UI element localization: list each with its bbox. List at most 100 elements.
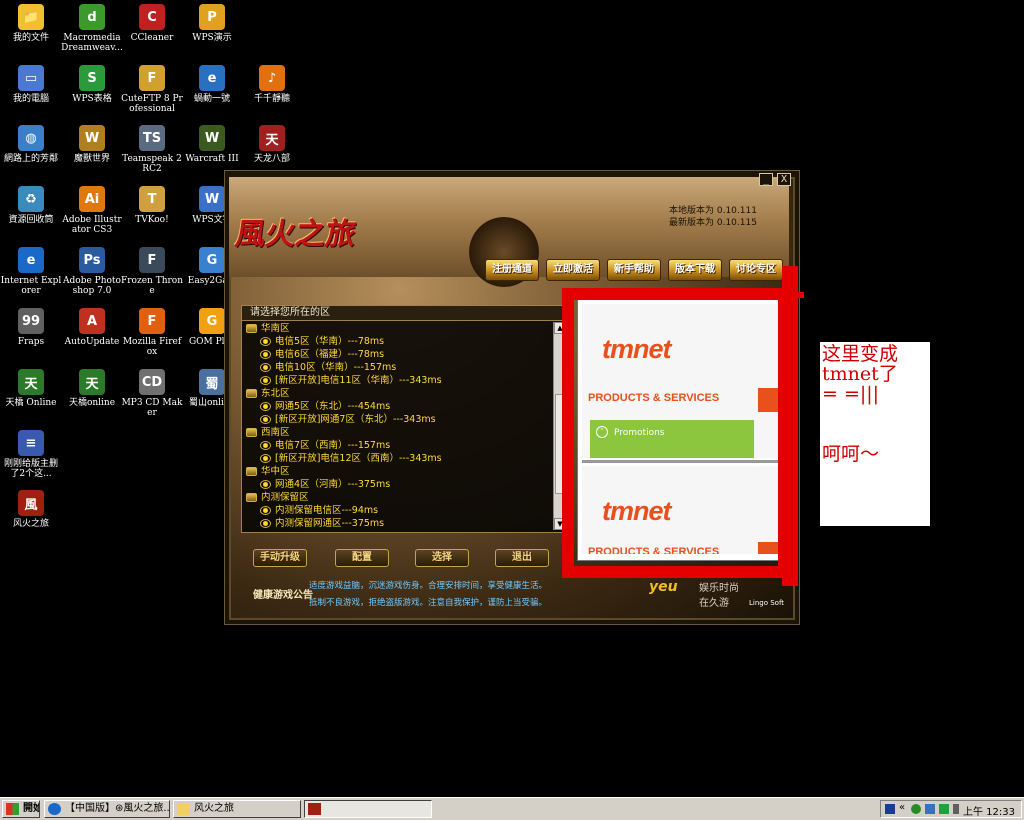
server-item[interactable]: 电信6区（福建）---78ms bbox=[244, 348, 552, 361]
server-eye-icon bbox=[260, 376, 271, 385]
desktop-icon[interactable]: F Frozen Throne bbox=[121, 247, 183, 296]
server-region[interactable]: 华中区 bbox=[244, 465, 552, 478]
minimize-button[interactable]: _ bbox=[759, 173, 773, 186]
desktop-icon[interactable]: 天天橋online bbox=[61, 369, 123, 408]
desktop-icon[interactable]: F CuteFTP 8 Professional bbox=[121, 65, 183, 114]
desktop-app-icon: W bbox=[199, 186, 225, 212]
server-list-scrollbar[interactable]: ▲ ▼ bbox=[553, 322, 566, 530]
desktop-icon[interactable]: C CCleaner bbox=[121, 4, 183, 43]
server-region[interactable]: 东北区 bbox=[244, 387, 552, 400]
desktop-icon[interactable]: T TVKoo! bbox=[121, 186, 183, 225]
desktop-icon[interactable]: 天天龙八部 bbox=[241, 125, 303, 164]
taskbar-item-browser-label: 【中国版】⊛風火之旅... bbox=[65, 803, 170, 814]
tray-volume-icon[interactable] bbox=[953, 804, 959, 814]
folder-icon bbox=[177, 803, 190, 815]
server-eye-icon bbox=[260, 363, 271, 372]
server-item[interactable]: 网通5区（东北）---454ms bbox=[244, 400, 552, 413]
ad-divider bbox=[582, 460, 782, 463]
desktop-icon[interactable]: TS Teamspeak 2 RC2 bbox=[121, 125, 183, 174]
desktop-app-icon: ▭ bbox=[18, 65, 44, 91]
desktop-icon-label: Macromedia Dreamweav... bbox=[61, 33, 123, 53]
desktop-icon[interactable]: W Warcraft III bbox=[181, 125, 243, 164]
server-item[interactable]: 电信10区（华南）---157ms bbox=[244, 361, 552, 374]
server-item[interactable]: 内测保留网通区---375ms bbox=[244, 517, 552, 530]
help-button[interactable]: 新手帮助 bbox=[607, 259, 661, 281]
server-item[interactable]: 电信5区（华南）---78ms bbox=[244, 335, 552, 348]
desktop-icon[interactable]: 99 Fraps bbox=[0, 308, 62, 347]
desktop-icon[interactable]: ♻ 資源回收筒 bbox=[0, 186, 62, 225]
tray-expand-icon[interactable]: « bbox=[899, 802, 905, 813]
forum-button[interactable]: 讨论专区 bbox=[729, 259, 783, 281]
desktop-icon[interactable]: Ps Adobe Photoshop 7.0 bbox=[61, 247, 123, 296]
tmnet-banner-top[interactable]: tmnet PRODUCTS & SERVICES ˅ Promotions bbox=[582, 304, 782, 458]
tray-ime-icon[interactable] bbox=[885, 804, 895, 814]
desktop-icon[interactable]: ▭ 我的電腦 bbox=[0, 65, 62, 104]
desktop-icon[interactable]: F Mozilla Firefox bbox=[121, 308, 183, 357]
scroll-up-icon[interactable]: ▲ bbox=[554, 322, 566, 334]
desktop-icon-label: 蝸動一號 bbox=[193, 94, 230, 104]
server-eye-icon bbox=[260, 454, 271, 463]
desktop-app-icon: ≡ bbox=[18, 430, 44, 456]
scroll-thumb[interactable] bbox=[555, 394, 565, 494]
desktop-icon[interactable]: P WPS演示 bbox=[181, 4, 243, 43]
exit-button[interactable]: 退出 bbox=[495, 549, 549, 567]
desktop-icon[interactable]: 📁 我的文件 bbox=[0, 4, 62, 43]
server-item[interactable]: [新区开放]电信11区（华南）---343ms bbox=[244, 374, 552, 387]
server-item[interactable]: 内测保留电信区---94ms bbox=[244, 504, 552, 517]
desktop-icon[interactable]: e 蝸動一號 bbox=[181, 65, 243, 104]
server-label: [新区开放]电信12区（西南）---343ms bbox=[275, 453, 442, 464]
server-item[interactable]: 电信7区（西南）---157ms bbox=[244, 439, 552, 452]
taskbar-item-game[interactable] bbox=[304, 800, 432, 818]
server-label: 西南区 bbox=[261, 427, 290, 438]
desktop-icon[interactable]: A AutoUpdate bbox=[61, 308, 123, 347]
desktop-icon[interactable]: e Internet Explorer bbox=[0, 247, 62, 296]
desktop-icon[interactable]: d Macromedia Dreamweav... bbox=[61, 4, 123, 53]
windows-logo-icon bbox=[6, 803, 19, 815]
register-button[interactable]: 注册通道 bbox=[485, 259, 539, 281]
annotation-line-1: 这里变成 bbox=[822, 343, 899, 365]
server-region[interactable]: 华南区 bbox=[244, 322, 552, 335]
desktop-app-icon: ♪ bbox=[259, 65, 285, 91]
tray-network-icon[interactable] bbox=[911, 804, 921, 814]
promotions-link[interactable]: ˅ Promotions bbox=[590, 420, 754, 458]
taskbar-item-browser[interactable]: 【中国版】⊛風火之旅... bbox=[44, 800, 170, 818]
server-label: 华中区 bbox=[261, 466, 290, 477]
start-button[interactable]: 開始 bbox=[2, 800, 40, 818]
close-button[interactable]: X bbox=[777, 173, 791, 186]
taskbar-item-folder-label: 风火之旅 bbox=[194, 803, 234, 814]
server-region[interactable]: 西南区 bbox=[244, 426, 552, 439]
download-button[interactable]: 版本下载 bbox=[668, 259, 722, 281]
desktop-icon-label: 天龙八部 bbox=[253, 154, 290, 164]
activate-button[interactable]: 立即激活 bbox=[546, 259, 600, 281]
server-item[interactable]: [新区开放]电信12区（西南）---343ms bbox=[244, 452, 552, 465]
desktop-icon-label: CCleaner bbox=[130, 33, 174, 43]
server-item[interactable]: 网通4区（河南）---375ms bbox=[244, 478, 552, 491]
desktop-icon[interactable]: ≡ 刚刚给版主删了2个这... bbox=[0, 430, 62, 479]
server-region[interactable]: 内测保留区 bbox=[244, 491, 552, 504]
ad-panel[interactable]: tmnet PRODUCTS & SERVICES ˅ Promotions t… bbox=[577, 297, 791, 561]
desktop-icon[interactable]: ◍ 網路上的芳鄰 bbox=[0, 125, 62, 164]
desktop-icon[interactable]: S WPS表格 bbox=[61, 65, 123, 104]
config-button[interactable]: 配置 bbox=[335, 549, 389, 567]
manual-update-button[interactable]: 手动升级 bbox=[253, 549, 307, 567]
chevron-icon: ˅ bbox=[596, 426, 608, 438]
desktop-icon[interactable]: 天天橋 Online bbox=[0, 369, 62, 408]
tmnet-banner-bottom[interactable]: tmnet PRODUCTS & SERVICES bbox=[582, 466, 782, 554]
select-button[interactable]: 选择 bbox=[415, 549, 469, 567]
scroll-down-icon[interactable]: ▼ bbox=[554, 518, 566, 530]
desktop-icon[interactable]: CD MP3 CD Maker bbox=[121, 369, 183, 418]
tmnet-logo-2: tmnet bbox=[602, 496, 671, 526]
taskbar-item-folder[interactable]: 风火之旅 bbox=[173, 800, 301, 818]
desktop-icon[interactable]: 風风火之旅 bbox=[0, 490, 62, 529]
desktop-icon[interactable]: W 魔獸世界 bbox=[61, 125, 123, 164]
desktop-icon[interactable]: ♪ 千千靜聽 bbox=[241, 65, 303, 104]
desktop-app-icon: A bbox=[79, 308, 105, 334]
desktop-icon-label: Adobe Illustrator CS3 bbox=[62, 215, 122, 235]
tray-app-icon[interactable] bbox=[925, 804, 935, 814]
annotation-note: 这里变成 tmnet了 = =||| 呵呵～ bbox=[820, 342, 930, 526]
tray-speed-icon[interactable] bbox=[939, 804, 949, 814]
clock[interactable]: 上午 12:33 bbox=[963, 803, 1015, 818]
server-item[interactable]: [新区开放]网通7区（东北）---343ms bbox=[244, 413, 552, 426]
desktop-icon[interactable]: Ai Adobe Illustrator CS3 bbox=[61, 186, 123, 235]
desktop-app-icon: ◍ bbox=[18, 125, 44, 151]
